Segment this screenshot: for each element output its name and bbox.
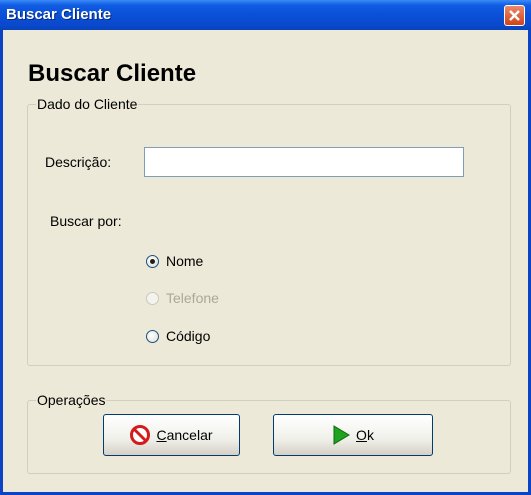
radio-codigo[interactable]: Código [146,328,210,344]
page-heading: Buscar Cliente [28,60,197,87]
title-bar[interactable]: Buscar Cliente [0,0,531,30]
radio-codigo-indicator [146,329,159,343]
cancelar-label: Cancelar [156,427,213,443]
ok-label: Ok [356,427,374,443]
close-button[interactable] [504,5,525,26]
close-icon [509,10,520,21]
radio-telefone: Telefone [146,290,219,306]
buscar-cliente-window: Buscar Cliente Buscar Cliente Dado do Cl… [0,0,531,495]
buscar-por-label: Buscar por: [50,213,122,229]
radio-telefone-indicator [146,291,159,305]
dado-do-cliente-legend: Dado do Cliente [37,96,138,112]
play-arrow-icon [332,425,351,445]
operacoes-group: Operações [27,392,511,474]
radio-nome[interactable]: Nome [146,253,203,269]
dado-do-cliente-group: Dado do Cliente [27,96,511,366]
descricao-label: Descrição: [45,154,112,170]
radio-codigo-label: Código [166,328,211,344]
ok-button[interactable]: Ok [273,414,433,456]
cancelar-button[interactable]: Cancelar [103,414,240,456]
radio-nome-label: Nome [166,253,204,269]
operacoes-legend: Operações [37,392,106,408]
radio-telefone-label: Telefone [166,290,219,306]
descricao-input[interactable] [144,147,464,177]
window-title: Buscar Cliente [6,6,112,23]
no-entry-icon [130,425,151,445]
radio-nome-indicator [146,254,159,268]
